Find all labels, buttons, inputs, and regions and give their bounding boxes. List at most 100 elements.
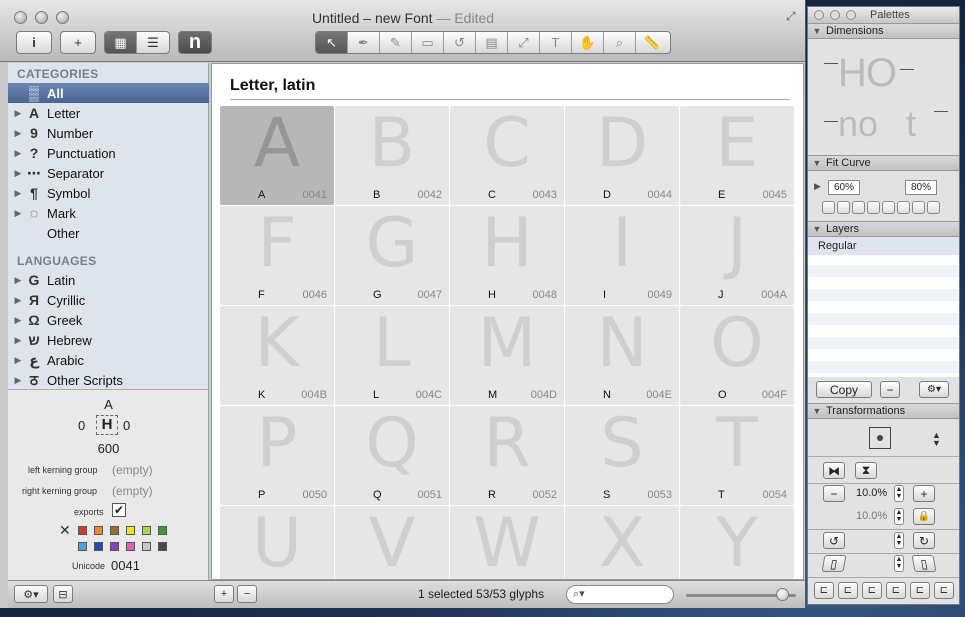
left-kerning-field[interactable]: (empty): [112, 463, 153, 477]
color-swatch[interactable]: [78, 526, 87, 535]
sidebar-item-punctuation[interactable]: ▶? Punctuation: [8, 143, 209, 163]
color-swatch[interactable]: [142, 526, 151, 535]
tag-button[interactable]: ⊟: [53, 585, 73, 603]
sidebar-item-cyrillic[interactable]: ▶ Я Cyrillic: [8, 290, 209, 310]
sidebar-item-separator[interactable]: ▶ ⋯ Separator: [8, 163, 209, 183]
fit-curve-preset-button[interactable]: [867, 201, 880, 214]
disclosure-triangle-icon[interactable]: ▶: [11, 208, 25, 219]
glyph-cell-v[interactable]: VV: [335, 504, 449, 579]
glyph-cell-y[interactable]: YY: [680, 504, 794, 579]
add-glyph-button[interactable]: +: [60, 31, 96, 54]
color-swatch[interactable]: [94, 542, 103, 551]
disclosure-triangle-icon[interactable]: ▶: [11, 295, 25, 306]
gear-menu-button[interactable]: ⚙▾: [14, 585, 48, 603]
glyph-cell-t[interactable]: T T 0054: [680, 404, 794, 505]
layers-header[interactable]: ▼ Layers: [808, 221, 959, 237]
color-swatch[interactable]: [110, 542, 119, 551]
transform-origin-selector[interactable]: [869, 427, 891, 449]
disclosure-triangle-icon[interactable]: ▶: [11, 275, 25, 286]
rotate-stepper[interactable]: ▲ ▼: [894, 532, 904, 549]
left-sidebearing[interactable]: 0: [78, 418, 85, 433]
glyph-cell-h[interactable]: H H 0048: [450, 204, 564, 305]
dimensions-header[interactable]: ▼ Dimensions: [808, 23, 959, 39]
sidebar-item-arabic[interactable]: ▶ ع Arabic: [8, 350, 209, 370]
text-mode-button[interactable]: n: [178, 31, 212, 54]
align-button-icon[interactable]: ⊏: [886, 582, 906, 599]
sidebar-item-hebrew[interactable]: ▶ ש Hebrew: [8, 330, 209, 350]
glyph-width[interactable]: 600: [8, 441, 209, 456]
glyph-cell-s[interactable]: S S 0053: [565, 404, 679, 505]
disclosure-triangle-icon[interactable]: ▶: [11, 335, 25, 346]
scale-down-button[interactable]: −: [823, 485, 845, 502]
slant-stepper[interactable]: ▲ ▼: [894, 555, 904, 572]
fit-curve-value-2[interactable]: 80%: [905, 180, 937, 195]
sidebar-item-mark[interactable]: ▶ ◌ Mark: [8, 203, 209, 223]
origin-stepper[interactable]: ▲ ▼: [932, 431, 941, 448]
glyph-cell-g[interactable]: G G 0047: [335, 204, 449, 305]
glyph-cell-c[interactable]: C C 0043: [450, 104, 564, 205]
right-kerning-field[interactable]: (empty): [112, 484, 153, 498]
clear-color-icon[interactable]: ✕: [59, 522, 71, 539]
fit-curve-preset-button[interactable]: [927, 201, 940, 214]
glyph-cell-p[interactable]: P P 0050: [220, 404, 334, 505]
color-swatch[interactable]: [110, 526, 119, 535]
scale-tool-icon[interactable]: ⤢: [508, 32, 540, 53]
glyph-cell-r[interactable]: R R 0052: [450, 404, 564, 505]
zoom-slider-handle[interactable]: [775, 588, 789, 601]
rotate-cw-button[interactable]: ↻: [913, 532, 935, 549]
text-tool-icon[interactable]: T: [540, 32, 572, 53]
sidebar-item-other-scripts[interactable]: ▶ ठ Other Scripts: [8, 370, 209, 390]
scale-value-2[interactable]: 10.0%: [856, 510, 887, 522]
glyph-cell-f[interactable]: F F 0046: [220, 204, 334, 305]
ruler-tool-icon[interactable]: 📏: [636, 32, 668, 53]
remove-button[interactable]: −: [237, 585, 257, 603]
fit-curve-preset-button[interactable]: [882, 201, 895, 214]
rotate-ccw-button[interactable]: ↺: [823, 532, 845, 549]
align-button-icon[interactable]: ⊏: [814, 582, 834, 599]
sidebar-item-number[interactable]: ▶ 9 Number: [8, 123, 209, 143]
glyph-cell-u[interactable]: UU: [220, 504, 334, 579]
palette-minimize-button[interactable]: [830, 10, 840, 20]
disclosure-triangle-icon[interactable]: ▶: [11, 188, 25, 199]
sidebar-item-latin[interactable]: ▶ G Latin: [8, 270, 209, 290]
info-button[interactable]: i: [16, 31, 52, 54]
layer-row-regular[interactable]: Regular: [808, 238, 959, 255]
color-swatch[interactable]: [126, 526, 135, 535]
color-swatch[interactable]: [158, 526, 167, 535]
glyph-cell-b[interactable]: B B 0042: [335, 104, 449, 205]
slant-right-button[interactable]: ▯: [911, 555, 937, 572]
fit-curve-value-1[interactable]: 60%: [828, 180, 860, 195]
draw-tool-icon[interactable]: ✎: [380, 32, 412, 53]
disclosure-triangle-icon[interactable]: ▶: [11, 168, 25, 179]
pen-tool-icon[interactable]: ✒: [348, 32, 380, 53]
align-button-icon[interactable]: ⊏: [934, 582, 954, 599]
disclosure-triangle-icon[interactable]: ▶: [11, 355, 25, 366]
zoom-tool-icon[interactable]: ⌕: [604, 32, 636, 53]
rotate-tool-icon[interactable]: ↺: [444, 32, 476, 53]
remove-layer-button[interactable]: −: [880, 381, 900, 398]
align-button-icon[interactable]: ⊏: [838, 582, 858, 599]
disclosure-triangle-icon[interactable]: ▶: [11, 148, 25, 159]
proportional-lock-button[interactable]: 🔒: [913, 508, 935, 525]
align-button-icon[interactable]: ⊏: [910, 582, 930, 599]
align-button-icon[interactable]: ⊏: [862, 582, 882, 599]
color-swatch[interactable]: [142, 542, 151, 551]
exports-checkbox[interactable]: ✔: [112, 503, 126, 517]
transformations-header[interactable]: ▼ Transformations: [808, 403, 959, 419]
layer-gear-button[interactable]: ⚙▾: [919, 381, 949, 398]
unicode-value[interactable]: 0041: [111, 558, 140, 573]
sidebar-item-letter[interactable]: ▶ A Letter: [8, 103, 209, 123]
select-tool-icon[interactable]: ↖: [316, 32, 348, 53]
scale-stepper[interactable]: ▲ ▼: [894, 485, 904, 502]
sidebar-item-all[interactable]: ▒ All: [8, 83, 209, 103]
right-sidebearing[interactable]: 0: [123, 418, 130, 433]
palette-close-button[interactable]: [814, 10, 824, 20]
disclosure-triangle-icon[interactable]: ▶: [11, 108, 25, 119]
fit-curve-apply-icon[interactable]: ▶: [814, 181, 821, 192]
glyph-cell-o[interactable]: O O 004F: [680, 304, 794, 405]
glyph-cell-j[interactable]: J J 004A: [680, 204, 794, 305]
copy-layer-button[interactable]: Copy: [816, 381, 872, 398]
search-input[interactable]: ⌕▾: [566, 585, 674, 604]
scale-up-button[interactable]: +: [913, 485, 935, 502]
fit-curve-preset-button[interactable]: [852, 201, 865, 214]
